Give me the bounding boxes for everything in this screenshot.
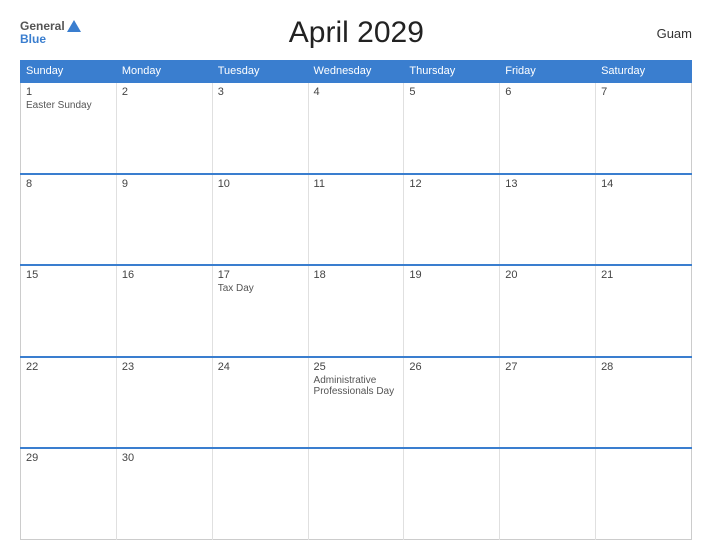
day-event: Easter Sunday <box>26 100 111 111</box>
day-number: 30 <box>122 452 207 464</box>
table-row: 2 <box>116 82 212 174</box>
calendar-week-row: 22 23 24 25 Administrative Professionals Day… <box>21 357 692 449</box>
day-number: 24 <box>218 361 303 373</box>
table-row <box>596 448 692 540</box>
calendar-week-row: 15 16 17 Tax Day 18 19 20 21 <box>21 265 692 357</box>
table-row: 21 <box>596 265 692 357</box>
calendar-week-row: 89 10 11 12 13 14 <box>21 174 692 266</box>
day-number: 2 <box>122 86 207 98</box>
table-row <box>500 448 596 540</box>
table-row: 25 Administrative Professionals Day <box>308 357 404 449</box>
day-number: 4 <box>314 86 399 98</box>
day-number: 12 <box>409 178 494 190</box>
table-row: 22 <box>21 357 117 449</box>
calendar-table: Sunday Monday Tuesday Wednesday Thursday… <box>20 60 692 540</box>
header-wednesday: Wednesday <box>308 61 404 83</box>
table-row: 15 <box>21 265 117 357</box>
day-number: 18 <box>314 269 399 281</box>
table-row: 30 <box>116 448 212 540</box>
day-number: 1 <box>26 86 111 98</box>
table-row: 3 <box>212 82 308 174</box>
days-header-row: Sunday Monday Tuesday Wednesday Thursday… <box>21 61 692 83</box>
day-event: Administrative Professionals Day <box>314 375 399 397</box>
day-number: 29 <box>26 452 111 464</box>
day-number: 3 <box>218 86 303 98</box>
day-number: 13 <box>505 178 590 190</box>
table-row: 4 <box>308 82 404 174</box>
table-row: 20 <box>500 265 596 357</box>
page: General Blue April 2029 Guam Sunday Mond… <box>0 0 712 550</box>
table-row: 19 <box>404 265 500 357</box>
day-number: 19 <box>409 269 494 281</box>
table-row <box>308 448 404 540</box>
table-row: 29 <box>21 448 117 540</box>
table-row: 26 <box>404 357 500 449</box>
table-row: 6 <box>500 82 596 174</box>
table-row: 27 <box>500 357 596 449</box>
calendar-title: April 2029 <box>81 16 632 50</box>
day-number: 5 <box>409 86 494 98</box>
table-row: 7 <box>596 82 692 174</box>
header: General Blue April 2029 Guam <box>20 16 692 50</box>
table-row: 9 <box>116 174 212 266</box>
table-row: 8 <box>21 174 117 266</box>
header-saturday: Saturday <box>596 61 692 83</box>
region-label: Guam <box>632 26 692 41</box>
day-number: 9 <box>122 178 207 190</box>
header-friday: Friday <box>500 61 596 83</box>
logo-triangle-icon <box>67 20 81 32</box>
calendar-week-row: 1 Easter Sunday 234567 <box>21 82 692 174</box>
day-number: 15 <box>26 269 111 281</box>
day-number: 16 <box>122 269 207 281</box>
day-event: Tax Day <box>218 283 303 294</box>
day-number: 10 <box>218 178 303 190</box>
day-number: 20 <box>505 269 590 281</box>
table-row: 5 <box>404 82 500 174</box>
day-number: 21 <box>601 269 686 281</box>
logo: General Blue <box>20 20 81 46</box>
day-number: 25 <box>314 361 399 373</box>
table-row: 28 <box>596 357 692 449</box>
day-number: 22 <box>26 361 111 373</box>
table-row <box>404 448 500 540</box>
header-monday: Monday <box>116 61 212 83</box>
table-row <box>212 448 308 540</box>
day-number: 7 <box>601 86 686 98</box>
header-sunday: Sunday <box>21 61 117 83</box>
day-number: 28 <box>601 361 686 373</box>
day-number: 26 <box>409 361 494 373</box>
day-number: 27 <box>505 361 590 373</box>
header-thursday: Thursday <box>404 61 500 83</box>
calendar-week-row: 29 30 <box>21 448 692 540</box>
table-row: 11 <box>308 174 404 266</box>
table-row: 1 Easter Sunday <box>21 82 117 174</box>
table-row: 14 <box>596 174 692 266</box>
table-row: 12 <box>404 174 500 266</box>
table-row: 18 <box>308 265 404 357</box>
day-number: 14 <box>601 178 686 190</box>
table-row: 23 <box>116 357 212 449</box>
table-row: 24 <box>212 357 308 449</box>
logo-blue-text: Blue <box>20 33 81 46</box>
header-tuesday: Tuesday <box>212 61 308 83</box>
day-number: 17 <box>218 269 303 281</box>
day-number: 6 <box>505 86 590 98</box>
day-number: 23 <box>122 361 207 373</box>
day-number: 11 <box>314 178 399 190</box>
table-row: 17 Tax Day <box>212 265 308 357</box>
table-row: 16 <box>116 265 212 357</box>
day-number: 8 <box>26 178 111 190</box>
table-row: 13 <box>500 174 596 266</box>
table-row: 10 <box>212 174 308 266</box>
